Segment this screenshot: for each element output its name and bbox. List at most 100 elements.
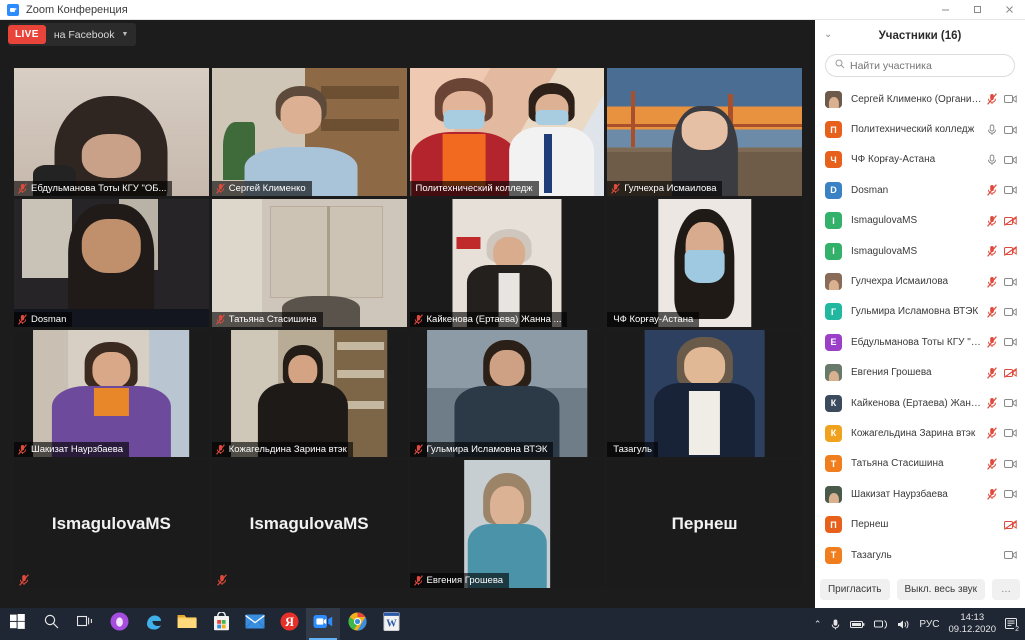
taskbar-explorer[interactable] [170,608,204,640]
camera-off-icon[interactable] [1004,367,1017,378]
taskbar-search[interactable] [34,608,68,640]
camera-off-icon[interactable] [1004,519,1017,530]
participant-row[interactable]: I IsmagulovaMS [815,206,1025,236]
video-tile[interactable]: ЧФ Корғау-Астана [607,198,802,327]
battery-icon[interactable] [850,620,865,629]
video-tile[interactable]: Гулчехра Исмаилова [607,68,802,196]
live-stream-indicator[interactable]: LIVE на Facebook ▼ [8,23,137,46]
participant-row[interactable]: I IsmagulovaMS [815,236,1025,266]
participant-row[interactable]: К Кайкенова (Ертаева) Жанна ОФ "... [815,388,1025,418]
video-tile[interactable]: Кайкенова (Ертаева) Жанна ... [409,198,605,327]
camera-on-icon[interactable] [1004,94,1017,104]
video-tile[interactable]: Гульмира Исламовна ВТЭК [409,329,605,458]
participant-row[interactable]: Т Тазагуль [815,540,1025,570]
mic-off-icon [413,444,423,455]
participant-row[interactable]: Гулчехра Исмаилова [815,266,1025,296]
camera-on-icon[interactable] [1004,125,1017,135]
microphone-icon[interactable] [830,618,841,631]
mic-on-icon[interactable] [987,154,997,166]
video-tile[interactable]: IsmagulovaMS [14,460,209,588]
video-tile[interactable]: Евгения Грошева [409,460,605,588]
clock[interactable]: 14:13 09.12.2020 [948,612,996,636]
mic-off-icon[interactable] [987,397,997,409]
taskbar-mail[interactable] [238,608,272,640]
participant-row[interactable]: D Dosman [815,175,1025,205]
video-tile[interactable]: Тазагуль [607,329,802,458]
taskbar-zoom[interactable] [306,608,340,640]
camera-on-icon[interactable] [1004,489,1017,499]
camera-on-icon[interactable] [1004,307,1017,317]
mic-off-icon[interactable] [987,336,997,349]
volume-icon[interactable] [897,619,910,630]
chevron-down-icon[interactable]: ▼ [122,31,137,38]
chevron-down-icon[interactable]: ⌄ [824,29,832,40]
video-tile-label: Dosman [14,311,73,327]
camera-on-icon[interactable] [1004,277,1017,287]
camera-off-icon[interactable] [1004,246,1017,257]
participant-row[interactable]: П Политехнический колледж [815,114,1025,144]
video-tile[interactable]: Политехнический колледж [409,68,605,196]
task-view-button[interactable] [68,608,102,640]
camera-on-icon[interactable] [1004,185,1017,195]
mic-off-icon[interactable] [987,214,997,227]
participant-row[interactable]: К Кожагельдина Зарина втэк [815,418,1025,448]
video-tile[interactable]: Ебдульманова Тоты КГУ "ОБ... [14,68,209,196]
video-tile[interactable]: Сергей Клименко [211,68,407,196]
mute-all-button[interactable]: Выкл. весь звук [896,578,986,600]
camera-on-icon[interactable] [1004,428,1017,438]
mic-off-icon[interactable] [987,245,997,257]
language-indicator[interactable]: РУС [919,619,939,630]
mic-off-icon[interactable] [987,184,997,197]
network-icon[interactable] [874,619,888,630]
mic-on-icon[interactable] [987,124,997,136]
live-target-label: на Facebook [53,28,115,41]
participant-row[interactable]: Евгения Грошева [815,358,1025,388]
mic-off-icon[interactable] [987,306,997,318]
video-tile[interactable]: IsmagulovaMS [211,460,407,588]
participant-row[interactable]: Г Гульмира Исламовна ВТЭК [815,297,1025,327]
video-tile[interactable]: Dosman [14,198,209,327]
camera-on-icon[interactable] [1004,398,1017,408]
participant-status-icons [987,427,1017,440]
participant-row[interactable]: Шакизат Наурзбаева [815,479,1025,509]
taskbar-word[interactable]: W [374,608,408,640]
video-tile[interactable]: Кожагельдина Зарина втэк [211,329,407,458]
participant-row[interactable]: Сергей Клименко (Организатор, я) [815,84,1025,114]
camera-on-icon[interactable] [1004,459,1017,469]
close-icon[interactable] [993,0,1025,20]
video-tile[interactable]: Пернеш [607,460,802,588]
taskbar-yandex[interactable]: Я [272,608,306,640]
mic-off-icon [18,313,27,325]
taskbar-store[interactable] [204,608,238,640]
participant-row[interactable]: Ч ЧФ Корғау-Астана [815,145,1025,175]
search-box[interactable] [825,54,1015,77]
mic-off-icon[interactable] [987,458,997,470]
tray-chevron-up-icon[interactable]: ⌃ [814,619,822,630]
mic-off-icon[interactable] [987,275,997,288]
camera-on-icon[interactable] [1004,155,1017,165]
video-tile[interactable]: Татьяна Стасишина [211,198,407,327]
mic-off-icon[interactable] [987,488,997,501]
notifications-icon[interactable]: 2 [1005,617,1020,633]
mic-off-icon[interactable] [987,427,997,440]
taskbar-edge[interactable] [136,608,170,640]
minimize-icon[interactable] [929,0,961,20]
participant-list[interactable]: Сергей Клименко (Организатор, я) П Полите… [815,83,1025,576]
more-options-button[interactable]: … [992,578,1021,600]
invite-button[interactable]: Пригласить [819,578,890,600]
mic-off-icon[interactable] [987,366,997,379]
taskbar-chrome[interactable] [340,608,374,640]
mic-off-icon[interactable] [987,93,997,105]
camera-on-icon[interactable] [1004,550,1017,560]
maximize-icon[interactable] [961,0,993,20]
camera-off-icon[interactable] [1004,215,1017,226]
camera-on-icon[interactable] [1004,337,1017,347]
participant-row[interactable]: Е Ебдульманова Тоты КГУ "Област... [815,327,1025,357]
start-button[interactable] [0,608,34,640]
participant-status-icons [987,336,1017,349]
participant-row[interactable]: Т Татьяна Стасишина [815,449,1025,479]
participant-row[interactable]: П Пернеш [815,509,1025,539]
taskbar-app-purple[interactable] [102,608,136,640]
search-input[interactable] [850,59,1005,72]
video-tile[interactable]: Шакизат Наурзбаева [14,329,209,458]
